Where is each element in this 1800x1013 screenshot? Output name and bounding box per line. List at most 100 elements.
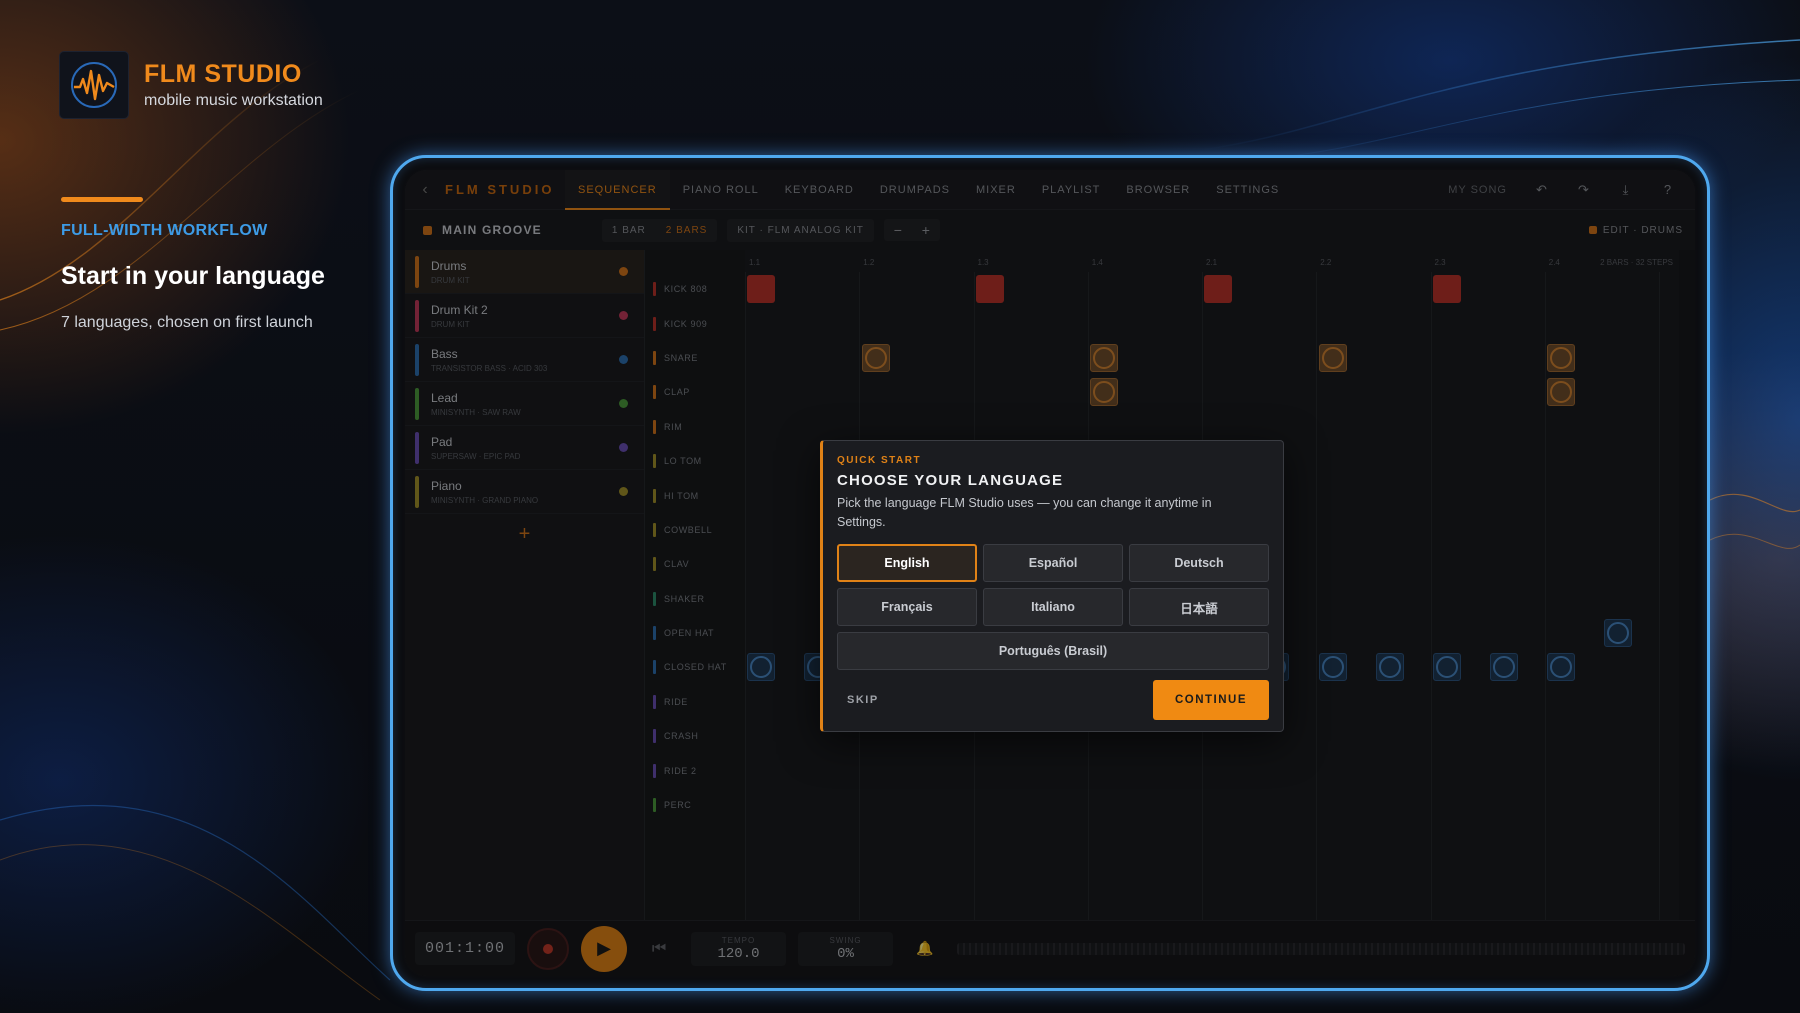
lane-name: LO TOM [664,456,702,467]
drum-lane[interactable]: CLOSED HAT [645,650,745,684]
track-color-stripe [415,387,419,420]
tab-settings[interactable]: SETTINGS [1203,170,1292,210]
closed-hat-step[interactable] [1375,653,1404,682]
song-name[interactable]: MY SONG [1448,184,1507,196]
drum-lane[interactable]: COWBELL [645,513,745,547]
tab-keyboard[interactable]: KEYBOARD [772,170,867,210]
drum-lane[interactable]: RIDE [645,685,745,719]
track-row[interactable]: Bass TRANSISTOR BASS · ACID 303 [405,338,644,382]
track-row[interactable]: Pad SUPERSAW · EPIC PAD [405,426,644,470]
language-option[interactable]: Français [837,588,977,626]
beat-label: 1.2 [863,258,875,267]
help-icon[interactable]: ? [1661,182,1675,197]
tab-drumpads[interactable]: DRUMPADS [867,170,963,210]
skip-button[interactable]: SKIP [837,694,889,706]
pattern-name[interactable]: MAIN GROOVE [442,223,542,237]
drum-lane[interactable]: CLAV [645,547,745,581]
download-icon[interactable]: ⤓ [1619,182,1633,197]
kit-selector[interactable]: KIT · FLM ANALOG KIT [727,218,874,242]
tab-playlist[interactable]: PLAYLIST [1029,170,1114,210]
closed-hat-step[interactable] [1547,653,1576,682]
lane-name: OPEN HAT [664,628,715,639]
kick-step[interactable] [1204,275,1233,303]
closed-hat-step[interactable] [747,653,776,682]
beat-label: 1.1 [749,258,761,267]
language-option[interactable]: Português (Brasil) [837,632,1269,670]
track-name: Lead [431,390,458,405]
closed-hat-step[interactable] [1432,653,1461,682]
length-option[interactable]: 2 BARS [656,219,718,242]
lane-name: RIDE 2 [664,765,697,776]
lane-color-bar [653,694,656,709]
clap-step[interactable] [1547,378,1576,407]
lane-name: SHAKER [664,593,705,604]
waveform-logo-icon [60,52,128,118]
tab-sequencer[interactable]: SEQUENCER [565,170,670,210]
drum-lane[interactable]: RIDE 2 [645,753,745,787]
redo-icon[interactable]: ↷ [1577,182,1591,197]
tab-browser[interactable]: BROWSER [1113,170,1203,210]
track-row[interactable]: Drum Kit 2 DRUM KIT [405,294,644,338]
drum-lane[interactable]: OPEN HAT [645,616,745,650]
kick-step[interactable] [1432,275,1461,303]
open-hat-step[interactable] [1604,619,1633,647]
track-color-stripe [415,431,419,464]
plus-button[interactable]: + [912,219,940,241]
closed-hat-step[interactable] [1318,653,1347,682]
drum-lane[interactable]: SHAKER [645,582,745,616]
drum-lane[interactable]: CRASH [645,719,745,753]
back-icon[interactable]: ‹ [405,181,445,199]
snare-step[interactable] [1318,343,1347,372]
drum-lane[interactable]: CLAP [645,375,745,409]
tab-mixer[interactable]: MIXER [963,170,1029,210]
language-option[interactable]: Italiano [983,588,1123,626]
drum-lane[interactable]: LO TOM [645,444,745,478]
track-color-stripe [415,255,419,288]
beat-label: 2.2 [1320,258,1332,267]
drum-lane[interactable]: HI TOM [645,478,745,512]
dialog-actions: SKIP CONTINUE [837,680,1269,720]
track-row[interactable]: Drums DRUM KIT [405,250,644,294]
kick-step[interactable] [975,275,1004,303]
tempo-control[interactable]: TEMPO 120.0 [691,931,787,966]
pattern-length-toggle: 1 BAR 2 BARS [601,218,718,242]
drum-lane[interactable]: RIM [645,410,745,444]
track-row[interactable]: Piano MINISYNTH · GRAND PIANO [405,470,644,514]
swing-control[interactable]: SWING 0% [798,931,894,966]
closed-hat-step[interactable] [1489,653,1518,682]
lane-name: CRASH [664,731,699,742]
tab-piano-roll[interactable]: PIANO ROLL [670,170,772,210]
track-instrument: DRUM KIT [431,319,470,329]
undo-icon[interactable]: ↶ [1535,182,1549,197]
snare-step[interactable] [861,343,890,372]
language-option[interactable]: English [837,544,977,582]
track-color-stripe [415,475,419,508]
timeline-scrubber[interactable] [957,942,1685,955]
record-button[interactable] [527,927,570,970]
snare-step[interactable] [1547,343,1576,372]
drum-lane[interactable]: KICK 808 [645,272,745,306]
beat-divider [1544,272,1546,920]
lane-name: KICK 808 [664,284,708,295]
minus-button[interactable]: − [884,219,912,241]
clap-step[interactable] [1090,378,1119,407]
track-text: Drums DRUM KIT [431,259,470,285]
lane-name: RIM [664,421,683,432]
drum-lane[interactable]: SNARE [645,341,745,375]
add-track-button[interactable]: + [405,514,644,554]
snare-step[interactable] [1090,343,1119,372]
drum-lane[interactable]: KICK 909 [645,306,745,340]
rewind-icon[interactable]: ⏮ [639,940,679,958]
language-option[interactable]: 日本語 [1129,588,1269,626]
language-option[interactable]: Español [983,544,1123,582]
track-status-dot [619,487,628,496]
kick-step[interactable] [747,275,776,303]
track-row[interactable]: Lead MINISYNTH · SAW RAW [405,382,644,426]
play-button[interactable]: ▶ [581,925,628,972]
language-option[interactable]: Deutsch [1129,544,1269,582]
drum-lane[interactable]: PERC [645,788,745,822]
metronome-icon[interactable]: 🔔 [905,940,945,957]
continue-button[interactable]: CONTINUE [1153,680,1269,720]
length-option[interactable]: 1 BAR [602,219,656,242]
top-navigation: ‹ FLM STUDIO SEQUENCER PIANO ROLL KEYBOARD… [405,170,1695,210]
